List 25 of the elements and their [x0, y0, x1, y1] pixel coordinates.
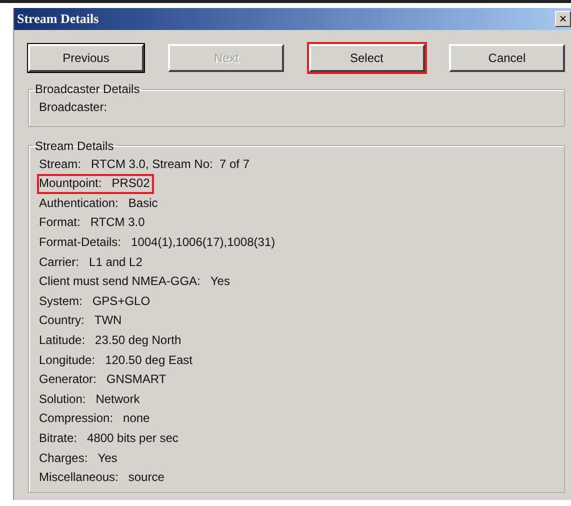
detail-line: Mountpoint: PRS02: [37, 174, 154, 194]
detail-line: Compression: none: [38, 410, 151, 428]
detail-line: Authentication: Basic: [38, 194, 159, 212]
detail-line: Longitude: 120.50 deg East: [38, 352, 194, 369]
detail-line: Generator: GNSMART: [38, 371, 168, 388]
dialog-button[interactable]: Select: [308, 44, 425, 72]
detail-line: Format: RTCM 3.0: [38, 214, 146, 232]
detail-line: Solution: Network: [38, 390, 141, 408]
detail-line: Format-Details: 1004(1),1006(17),1008(31): [38, 234, 276, 251]
detail-line: Latitude: 23.50 deg North: [38, 332, 182, 349]
detail-line: Bitrate: 4800 bits per sec: [38, 430, 180, 447]
detail-line: Country: TWN: [38, 312, 123, 330]
detail-line: Miscellaneous: source: [38, 469, 166, 486]
dialog-button[interactable]: Cancel: [448, 44, 565, 72]
group-title: Broadcaster Details: [34, 82, 141, 96]
dialog-button[interactable]: Previous: [28, 44, 144, 72]
detail-line: Broadcaster:: [38, 99, 108, 116]
group-title: Stream Details: [34, 138, 115, 153]
detail-line: Charges: Yes: [38, 450, 118, 466]
detail-line: System: GPS+GLO: [38, 292, 152, 310]
detail-line: Carrier: L1 and L2: [38, 254, 144, 271]
detail-line: Client must send NMEA-GGA: Yes: [38, 273, 231, 290]
detail-line: Stream: RTCM 3.0, Stream No: 7 of 7: [38, 156, 251, 173]
window-title: Stream Details: [17, 11, 99, 27]
close-button[interactable]: ×: [555, 11, 571, 27]
